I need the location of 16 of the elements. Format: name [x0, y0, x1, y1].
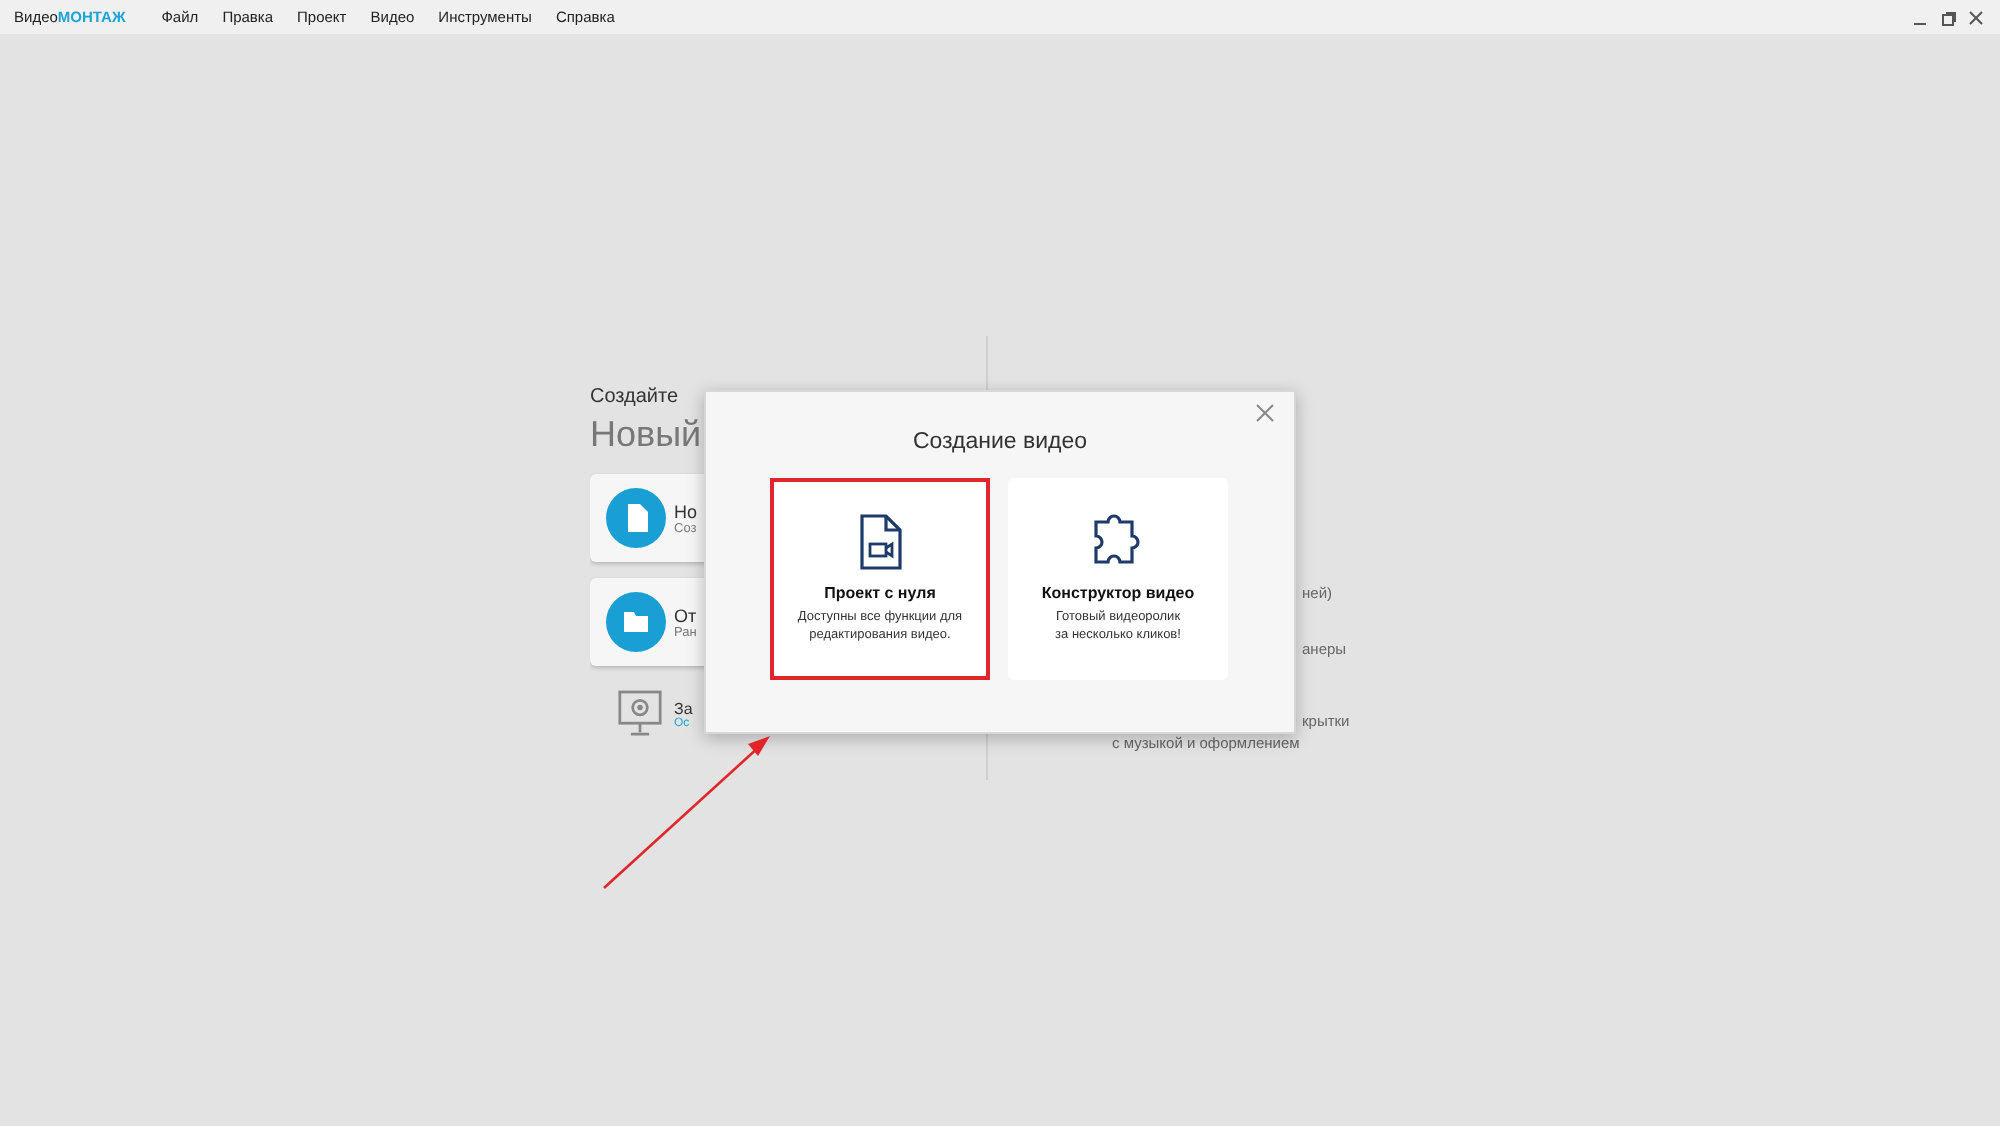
video-file-icon: [854, 514, 906, 570]
heading-title: Новый: [590, 412, 702, 458]
heading-subtitle: Создайте: [590, 384, 679, 410]
file-icon: [606, 488, 666, 548]
dialog-title: Создание видео: [910, 430, 1090, 454]
webcam-icon: [618, 690, 662, 738]
close-icon[interactable]: [1256, 404, 1274, 422]
card-title: Но: [674, 501, 698, 521]
folder-icon: [606, 592, 666, 652]
action-title: За: [674, 699, 693, 717]
puzzle-icon: [1092, 514, 1144, 570]
option-title: Проект с нуля: [824, 584, 936, 602]
option-title: Конструктор видео: [1041, 584, 1195, 602]
card-title: От: [674, 605, 697, 625]
restore-icon[interactable]: [1940, 9, 1956, 25]
close-icon[interactable]: [1968, 9, 1984, 25]
